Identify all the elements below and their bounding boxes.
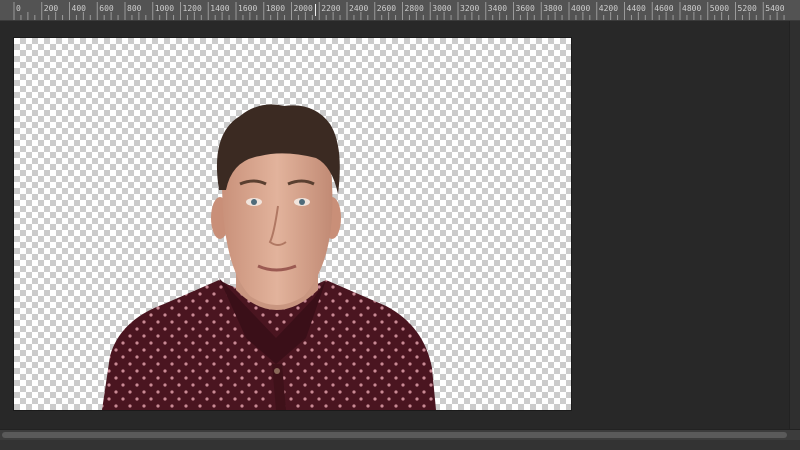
ruler-label: 4000 bbox=[571, 4, 591, 13]
ruler-label: 1000 bbox=[154, 4, 175, 13]
ruler-label: 4800 bbox=[682, 4, 702, 13]
ruler-label: 2400 bbox=[349, 4, 369, 13]
shirt-button bbox=[274, 368, 280, 374]
ruler-label: 200 bbox=[43, 4, 59, 13]
cursor-position-marker bbox=[315, 4, 316, 16]
ruler-label: 600 bbox=[99, 4, 114, 13]
ruler-label: 400 bbox=[71, 4, 86, 13]
ruler-label: 2600 bbox=[376, 4, 397, 13]
ruler-label: 1200 bbox=[182, 4, 202, 13]
ruler-label: 2000 bbox=[293, 4, 313, 13]
ruler-label: 1400 bbox=[210, 4, 230, 13]
horizontal-scroll-thumb[interactable] bbox=[2, 432, 787, 438]
horizontal-scrollbar[interactable] bbox=[0, 429, 800, 440]
ruler-label: 4600 bbox=[654, 4, 674, 13]
ruler-label: 5400 bbox=[765, 4, 785, 13]
ruler-label: 1600 bbox=[238, 4, 258, 13]
ruler-ticks bbox=[13, 2, 785, 20]
vertical-scrollbar[interactable] bbox=[789, 21, 800, 429]
ruler-label: 3400 bbox=[487, 4, 508, 13]
status-bar bbox=[0, 440, 800, 450]
ruler-label: 800 bbox=[127, 4, 142, 13]
ruler-label: 3000 bbox=[432, 4, 452, 13]
ruler-label: 1800 bbox=[265, 4, 286, 13]
ruler-label: 2200 bbox=[321, 4, 341, 13]
ruler-label: 0 bbox=[16, 4, 21, 13]
ruler-label: 2800 bbox=[404, 4, 424, 13]
ruler-label: 4400 bbox=[626, 4, 646, 13]
portrait-layer bbox=[102, 104, 436, 410]
ruler-label: 3200 bbox=[460, 4, 480, 13]
ruler-label: 3800 bbox=[543, 4, 563, 13]
ruler-label: 3600 bbox=[515, 4, 535, 13]
ruler-label: 5200 bbox=[737, 4, 757, 13]
ruler-label: 4200 bbox=[598, 4, 619, 13]
document-canvas[interactable] bbox=[14, 38, 571, 410]
horizontal-ruler[interactable]: 0 200 400 600 800 1000 1200 1400 1600 1800 2000 220… bbox=[0, 0, 800, 21]
ruler-label: 5000 bbox=[709, 4, 730, 13]
